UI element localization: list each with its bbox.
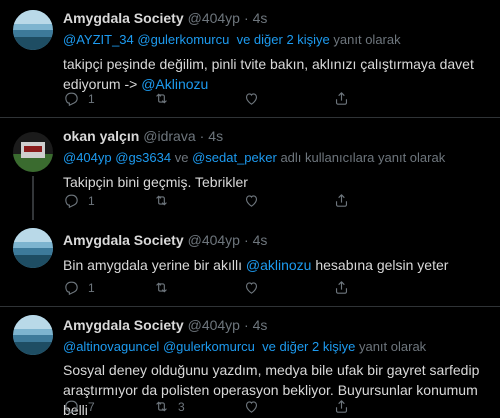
reply-button[interactable]: 1 xyxy=(63,90,153,107)
reply-text: adlı kullanıcılara yanıt olarak xyxy=(276,150,446,165)
heart-icon xyxy=(245,282,258,294)
like-button[interactable] xyxy=(243,192,333,209)
like-button[interactable] xyxy=(243,398,333,415)
retweet-icon xyxy=(156,401,167,412)
others-link[interactable]: ve diğer 2 kişiye xyxy=(237,32,330,47)
reply-text: yanıt olarak xyxy=(355,339,427,354)
reply-button[interactable]: 1 xyxy=(63,192,153,209)
like-button[interactable] xyxy=(243,279,333,296)
tweet-header: okan yalçın @idrava · 4s xyxy=(63,126,488,146)
others-link[interactable]: ve diğer 2 kişiye xyxy=(262,339,355,354)
replying-to: @AYZIT_34 @gulerkomurcu ve diğer 2 kişiy… xyxy=(63,31,488,49)
tweet-text-part: takipçi peşinde değilim, pinli tvite bak… xyxy=(63,56,474,92)
avatar[interactable] xyxy=(13,228,53,268)
author-name[interactable]: Amygdala Society xyxy=(63,315,184,335)
tweet-text: Takipçin bini geçmiş. Tebrikler xyxy=(63,172,488,192)
timestamp[interactable]: 4s xyxy=(208,126,223,146)
mention-link[interactable]: @gulerkomurcu xyxy=(137,32,229,47)
retweet-button[interactable] xyxy=(153,90,243,107)
retweet-icon xyxy=(156,195,167,206)
avatar-image xyxy=(13,10,53,50)
share-icon xyxy=(335,194,348,207)
heart-icon xyxy=(245,195,258,207)
tweet-text-part: hesabına gelsin yeter xyxy=(311,257,449,273)
share-icon xyxy=(335,400,348,413)
tweet-text-part: Takipçin bini geçmiş. Tebrikler xyxy=(63,174,248,190)
avatar-image xyxy=(13,315,53,355)
reply-button[interactable]: 7 xyxy=(63,398,153,415)
tweet[interactable]: Amygdala Society @404yp · 4s @altinovagu… xyxy=(0,307,500,418)
avatar[interactable] xyxy=(13,10,53,50)
reply-icon xyxy=(65,92,78,107)
replying-to: @404yp @gs3634 ve @sedat_peker adlı kull… xyxy=(63,149,488,167)
mention-link[interactable]: @gulerkomurcu xyxy=(163,339,255,354)
share-button[interactable] xyxy=(333,192,423,209)
tweet-header: Amygdala Society @404yp · 4s xyxy=(63,8,488,28)
separator-dot: · xyxy=(243,232,249,248)
avatar-image xyxy=(13,228,53,268)
tweet[interactable]: okan yalçın @idrava · 4s @404yp @gs3634 … xyxy=(0,118,500,220)
action-bar: 1 xyxy=(63,90,423,107)
tweet-text: Bin amygdala yerine bir akıllı @aklinozu… xyxy=(63,255,488,275)
retweet-count: 3 xyxy=(178,399,185,414)
avatar-image xyxy=(13,132,53,172)
tweet-text-part: Bin amygdala yerine bir akıllı xyxy=(63,257,246,273)
mention-link[interactable]: @altinovaguncel xyxy=(63,339,159,354)
action-bar: 1 xyxy=(63,192,423,209)
mention-link[interactable]: @404yp xyxy=(63,150,112,165)
reply-text xyxy=(229,32,236,47)
retweet-button[interactable] xyxy=(153,279,243,296)
reply-icon xyxy=(65,194,78,209)
reply-text: yanıt olarak xyxy=(329,32,401,47)
mention-link[interactable]: @gs3634 xyxy=(115,150,171,165)
timestamp[interactable]: 4s xyxy=(253,230,268,250)
separator-dot: · xyxy=(199,128,205,144)
tweet-header: Amygdala Society @404yp · 4s xyxy=(63,230,488,250)
share-icon xyxy=(335,92,348,105)
author-handle[interactable]: @idrava xyxy=(143,126,195,146)
share-button[interactable] xyxy=(333,279,423,296)
retweet-icon xyxy=(156,282,167,293)
tweet-header: Amygdala Society @404yp · 4s xyxy=(63,315,488,335)
heart-icon xyxy=(245,401,258,413)
retweet-button[interactable]: 3 xyxy=(153,398,243,415)
separator-dot: · xyxy=(243,317,249,333)
author-name[interactable]: okan yalçın xyxy=(63,126,139,146)
thread-line xyxy=(32,176,34,220)
reply-icon xyxy=(65,281,78,296)
reply-count: 7 xyxy=(88,399,95,414)
avatar[interactable] xyxy=(13,315,53,355)
mention-link[interactable]: @sedat_peker xyxy=(192,150,277,165)
author-handle[interactable]: @404yp xyxy=(188,8,240,28)
timestamp[interactable]: 4s xyxy=(253,8,268,28)
share-icon xyxy=(335,281,348,294)
share-button[interactable] xyxy=(333,398,423,415)
heart-icon xyxy=(245,93,258,105)
mention-link[interactable]: @AYZIT_34 xyxy=(63,32,134,47)
author-name[interactable]: Amygdala Society xyxy=(63,230,184,250)
tweet-text: takipçi peşinde değilim, pinli tvite bak… xyxy=(63,54,488,94)
retweet-button[interactable] xyxy=(153,192,243,209)
author-handle[interactable]: @404yp xyxy=(188,230,240,250)
reply-icon xyxy=(65,400,78,415)
reply-text: ve xyxy=(171,150,193,165)
retweet-icon xyxy=(156,93,167,104)
action-bar: 7 3 xyxy=(63,398,423,415)
author-handle[interactable]: @404yp xyxy=(188,315,240,335)
avatar[interactable] xyxy=(13,132,53,172)
reply-count: 1 xyxy=(88,193,95,208)
mention-link[interactable]: @aklinozu xyxy=(246,257,312,273)
replying-to: @altinovaguncel @gulerkomurcu ve diğer 2… xyxy=(63,338,488,356)
separator-dot: · xyxy=(243,10,249,26)
author-name[interactable]: Amygdala Society xyxy=(63,8,184,28)
reply-count: 1 xyxy=(88,280,95,295)
reply-button[interactable]: 1 xyxy=(63,279,153,296)
tweet[interactable]: Amygdala Society @404yp · 4s @AYZIT_34 @… xyxy=(0,0,500,118)
timestamp[interactable]: 4s xyxy=(253,315,268,335)
action-bar: 1 xyxy=(63,279,423,296)
tweet[interactable]: Amygdala Society @404yp · 4s Bin amygdal… xyxy=(0,220,500,307)
reply-count: 1 xyxy=(88,91,95,106)
share-button[interactable] xyxy=(333,90,423,107)
like-button[interactable] xyxy=(243,90,333,107)
